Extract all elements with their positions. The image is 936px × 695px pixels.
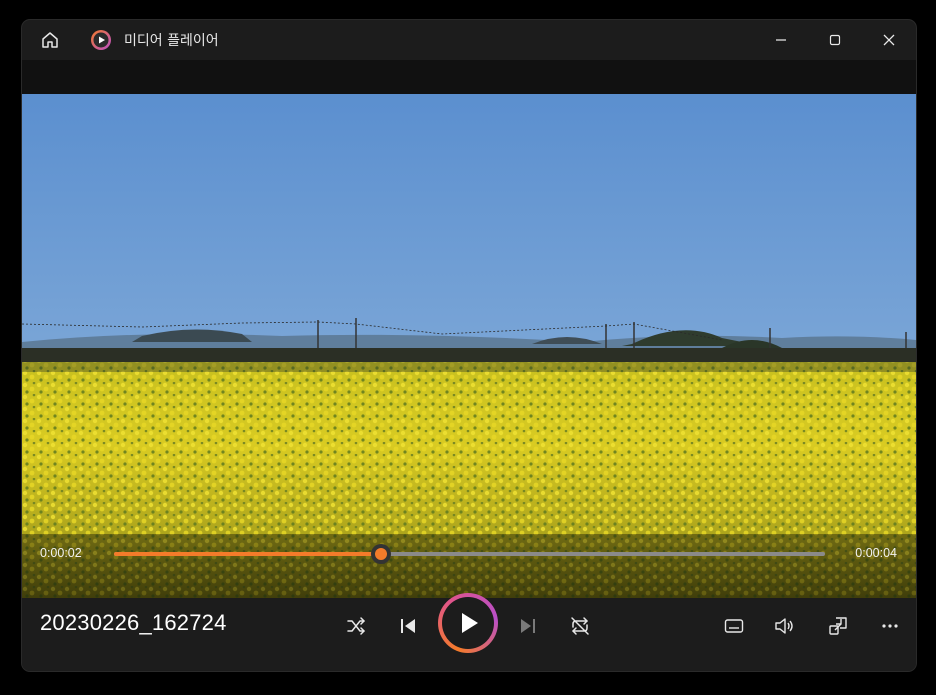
media-player-window: 미디어 플레이어 0:00:02 0:00:04 20230226_162724 [22, 20, 916, 671]
repeat-button[interactable] [562, 608, 598, 644]
duration: 0:00:04 [855, 546, 897, 560]
previous-button[interactable] [390, 608, 426, 644]
media-title: 20230226_162724 [40, 610, 227, 635]
seek-thumb[interactable] [370, 544, 391, 564]
toolbar-strip [22, 60, 916, 94]
repeat-icon [571, 617, 589, 635]
home-icon [42, 32, 58, 48]
volume-icon [775, 618, 793, 634]
maximize-button[interactable] [808, 20, 862, 60]
close-button[interactable] [862, 20, 916, 60]
previous-icon [401, 619, 415, 633]
title-bar: 미디어 플레이어 [22, 20, 916, 60]
captions-button[interactable] [716, 608, 752, 644]
play-icon [462, 613, 478, 633]
play-button[interactable] [438, 593, 498, 653]
maximize-icon [829, 34, 841, 46]
miniplayer-icon [829, 617, 847, 635]
video-frame[interactable] [22, 94, 916, 598]
media-player-app-icon [91, 30, 111, 50]
volume-button[interactable] [766, 608, 802, 644]
video-scene [22, 94, 916, 598]
next-button[interactable] [510, 608, 546, 644]
more-icon [882, 624, 898, 628]
next-icon [521, 619, 535, 633]
shuffle-button[interactable] [338, 608, 374, 644]
more-button[interactable] [872, 608, 908, 644]
home-button[interactable] [22, 20, 78, 60]
miniplayer-button[interactable] [820, 608, 856, 644]
minimize-icon [776, 39, 786, 41]
seek-track[interactable] [114, 544, 825, 564]
window-title: 미디어 플레이어 [124, 33, 219, 49]
control-bar: 20230226_162724 [22, 593, 916, 671]
seek-progress [114, 552, 381, 556]
shuffle-icon [347, 617, 365, 635]
minimize-button[interactable] [754, 20, 808, 60]
current-time: 0:00:02 [40, 546, 82, 560]
close-icon [883, 34, 895, 46]
seek-bar-area: 0:00:02 0:00:04 [22, 534, 916, 598]
captions-icon [724, 619, 744, 633]
